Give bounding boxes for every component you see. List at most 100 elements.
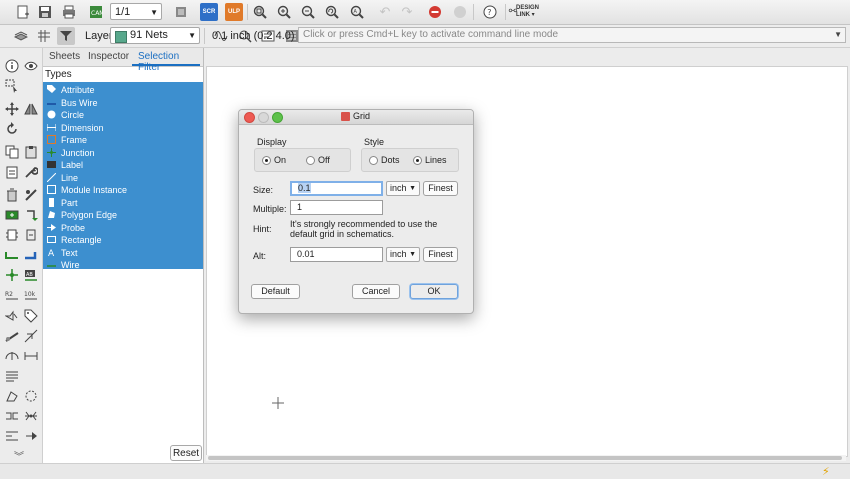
type-row-frame[interactable]: Frame: [43, 134, 203, 147]
layer-select[interactable]: 91 Nets ▼: [110, 27, 200, 44]
new-file-icon[interactable]: [14, 3, 32, 21]
tool-palette: AB R2 10k: [0, 48, 43, 463]
frame-tool-icon[interactable]: [23, 408, 39, 424]
zoom-out-icon[interactable]: [299, 3, 317, 21]
board-switch-icon[interactable]: [172, 3, 190, 21]
layer-settings-icon[interactable]: [12, 27, 30, 45]
junction-tool-icon[interactable]: [4, 267, 20, 283]
alt-finest-button[interactable]: Finest: [423, 247, 458, 262]
type-row-dimension[interactable]: Dimension: [43, 122, 203, 135]
type-row-circle[interactable]: Circle: [43, 109, 203, 122]
scrollbar-thumb[interactable]: [208, 456, 842, 460]
miter-tool-icon[interactable]: [4, 328, 20, 344]
ok-button[interactable]: OK: [410, 284, 458, 299]
type-row-bus-wire[interactable]: Bus Wire: [43, 97, 203, 110]
attribute-tool-icon[interactable]: [4, 308, 20, 324]
circle-tool-icon[interactable]: [23, 388, 39, 404]
redo-icon[interactable]: ↷: [398, 3, 416, 21]
close-window-button[interactable]: [244, 112, 255, 123]
alt-input[interactable]: 0.01: [290, 247, 383, 262]
cam-processor-icon[interactable]: CAM: [87, 3, 105, 21]
value-tool-icon[interactable]: 10k: [23, 288, 39, 304]
zoom-fit-icon[interactable]: [251, 3, 269, 21]
minimize-window-button[interactable]: [258, 112, 269, 123]
dimension-tool-icon[interactable]: [23, 348, 39, 364]
arc-tool-icon[interactable]: [4, 348, 20, 364]
info-icon[interactable]: [4, 58, 20, 74]
print-icon[interactable]: [60, 3, 78, 21]
type-row-rectangle[interactable]: Rectangle: [43, 234, 203, 247]
double-chevron-down-icon[interactable]: ︾: [14, 448, 24, 463]
type-row-wire[interactable]: Wire: [43, 259, 203, 272]
design-link-button[interactable]: DESIGN LINK ▾: [516, 5, 539, 19]
type-row-junction[interactable]: Junction: [43, 147, 203, 160]
default-button[interactable]: Default: [251, 284, 300, 299]
paste-icon[interactable]: [23, 144, 39, 160]
size-unit-select[interactable]: inch ▼: [386, 181, 420, 196]
ulp-button[interactable]: ULP: [225, 3, 243, 21]
add-part-icon[interactable]: [4, 207, 20, 223]
line-tool-icon[interactable]: [23, 328, 39, 344]
tab-inspector[interactable]: Inspector: [88, 51, 129, 62]
undo-icon[interactable]: ↶: [376, 3, 394, 21]
tab-sheets[interactable]: Sheets: [49, 51, 80, 62]
dialog-title: Grid: [353, 111, 371, 121]
rotate-icon[interactable]: [4, 121, 20, 137]
zoom-window-button[interactable]: [272, 112, 283, 123]
probe-tool-icon[interactable]: [23, 428, 39, 444]
reset-button[interactable]: Reset: [170, 445, 202, 461]
type-row-polygon-edge[interactable]: Polygon Edge: [43, 209, 203, 222]
paste-board-icon[interactable]: [4, 164, 20, 180]
zoom-redraw-icon[interactable]: [323, 3, 341, 21]
type-row-probe[interactable]: Probe: [43, 222, 203, 235]
type-row-module-instance[interactable]: Module Instance: [43, 184, 203, 197]
radio-empty-icon: [369, 156, 378, 165]
filter-icon[interactable]: [57, 27, 75, 45]
move-icon[interactable]: [4, 101, 20, 117]
text-lines-icon[interactable]: [4, 368, 20, 384]
zoom-in-icon[interactable]: [275, 3, 293, 21]
gate-swap-icon[interactable]: [23, 227, 39, 243]
type-row-attribute[interactable]: Attribute: [43, 84, 203, 97]
horizontal-scrollbar[interactable]: [206, 455, 846, 461]
type-row-line[interactable]: Line: [43, 172, 203, 185]
radio-selected-icon: [413, 156, 422, 165]
script-button[interactable]: SCR: [200, 3, 218, 21]
select-group-icon[interactable]: [4, 78, 20, 94]
type-row-label[interactable]: Label: [43, 159, 203, 172]
cancel-button[interactable]: Cancel: [352, 284, 400, 299]
size-finest-button[interactable]: Finest: [423, 181, 458, 196]
type-label: Line: [61, 172, 79, 183]
size-input[interactable]: 0.1: [290, 181, 383, 196]
type-row-part[interactable]: Part: [43, 197, 203, 210]
bus-tool-icon[interactable]: [23, 247, 39, 263]
ripup-tool-icon[interactable]: [4, 428, 20, 444]
copy-icon[interactable]: [4, 144, 20, 160]
display-off-label: Off: [318, 155, 330, 165]
zoom-select-icon[interactable]: A: [348, 3, 366, 21]
sheet-select[interactable]: 1/1 ▼: [110, 3, 162, 20]
wire-tool-icon[interactable]: [4, 247, 20, 263]
type-label: Label: [61, 160, 84, 170]
hole-tool-icon[interactable]: [4, 408, 20, 424]
mirror-icon[interactable]: [23, 101, 39, 117]
grid-icon[interactable]: [35, 27, 53, 45]
smash-icon[interactable]: [23, 187, 39, 203]
alt-unit-select[interactable]: inch ▼: [386, 247, 420, 262]
name-tool-icon[interactable]: R2: [4, 288, 20, 304]
label-tool-icon[interactable]: AB: [23, 267, 39, 283]
replace-icon[interactable]: [23, 207, 39, 223]
wrench-icon[interactable]: [23, 164, 39, 180]
show-eye-icon[interactable]: [23, 58, 39, 74]
tag-tool-icon[interactable]: [23, 308, 39, 324]
save-icon[interactable]: [36, 3, 54, 21]
delete-icon[interactable]: [4, 187, 20, 203]
polygon-tool-icon[interactable]: [4, 388, 20, 404]
type-row-text[interactable]: A Text: [43, 247, 203, 260]
go-icon[interactable]: [451, 3, 469, 21]
tab-selection-filter[interactable]: Selection Filter: [138, 51, 203, 73]
stop-icon[interactable]: [426, 3, 444, 21]
multiple-input[interactable]: 1: [290, 200, 383, 215]
help-icon[interactable]: ?: [481, 3, 499, 21]
command-line-input[interactable]: Click or press Cmd+L key to activate com…: [298, 27, 846, 43]
